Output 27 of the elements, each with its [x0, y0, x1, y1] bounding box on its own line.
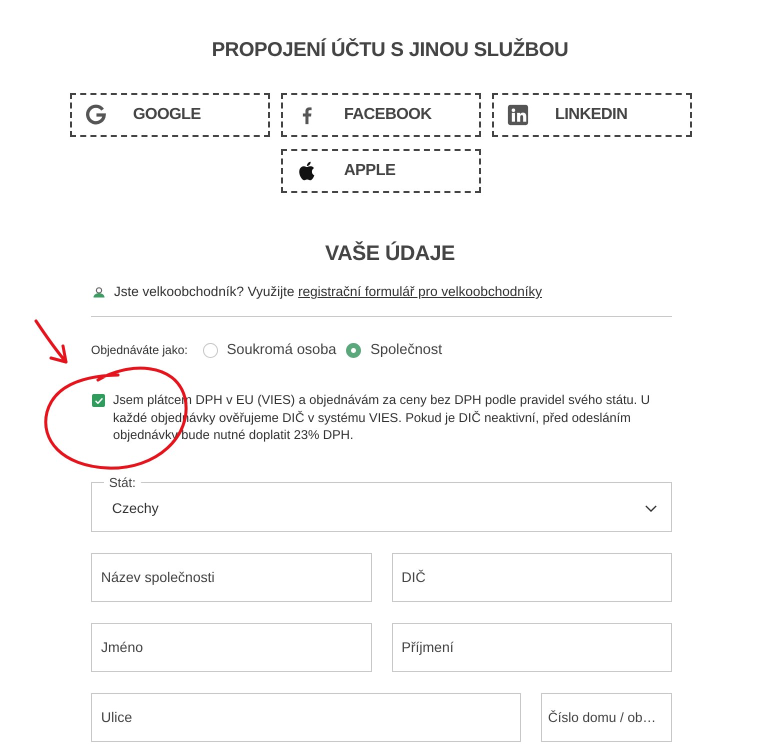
social-login-button[interactable]: GOOGLE: [70, 93, 270, 137]
chevron-down-icon: [645, 505, 657, 512]
section-title: VAŠE ÚDAJE: [324, 241, 456, 267]
section-title: PROPOJENÍ ÚČTU S JINOU SLUŽBOU: [210, 38, 570, 62]
radio-button[interactable]: [202, 342, 218, 358]
input-field[interactable]: Příjmení: [392, 622, 672, 672]
radio-button[interactable]: [346, 342, 362, 358]
user-icon: [93, 286, 105, 298]
linkedin-logo-icon: [507, 104, 529, 126]
social-login-button[interactable]: LINKEDIN: [492, 93, 692, 137]
checkmark-icon: [94, 398, 102, 404]
radio-label[interactable]: Soukromá osoba: [226, 342, 336, 358]
annotation-arrow: [34, 320, 68, 364]
input-field[interactable]: DIČ: [392, 552, 672, 602]
social-login-button[interactable]: APPLE: [281, 149, 481, 193]
input-field[interactable]: Číslo domu / ob…: [541, 692, 672, 742]
input-field[interactable]: Název společnosti: [91, 552, 372, 602]
vat-checkbox[interactable]: [92, 394, 105, 407]
google-logo-icon: [85, 104, 107, 126]
customer-type-label: Objednáváte jako:: [91, 343, 188, 357]
country-select[interactable]: Stát: Czechy: [91, 476, 672, 532]
input-field[interactable]: Jméno: [91, 622, 372, 672]
registration-form-link[interactable]: registrační formulář pro velkoobchodníky: [298, 284, 542, 299]
radio-label[interactable]: Společnost: [370, 342, 442, 358]
input-field[interactable]: Ulice: [91, 692, 521, 742]
social-login-button[interactable]: FACEBOOK: [281, 93, 481, 137]
wholesale-note: Jste velkoobchodník? Využijte registrační formulář pro velkoobchodníky: [114, 283, 542, 301]
